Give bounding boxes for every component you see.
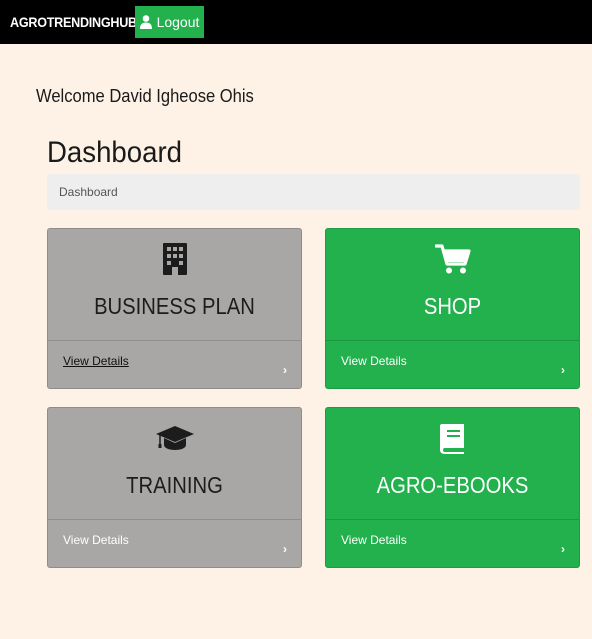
card-title: BUSINESS PLAN bbox=[94, 293, 255, 319]
view-details-link[interactable]: View Details bbox=[63, 354, 129, 368]
shopping-cart-icon bbox=[434, 241, 471, 277]
navbar: AGROTRENDINGHUB Logout bbox=[0, 0, 592, 44]
chevron-right-icon: › bbox=[283, 362, 287, 377]
shop-card[interactable]: SHOP View Details › bbox=[325, 228, 580, 389]
page-title: Dashboard bbox=[47, 136, 183, 169]
graduation-cap-icon bbox=[155, 420, 195, 456]
chevron-right-icon: › bbox=[283, 541, 287, 556]
card-title: AGRO-EBOOKS bbox=[376, 472, 529, 498]
building-icon bbox=[162, 241, 188, 277]
card-title: SHOP bbox=[423, 293, 482, 319]
view-details-link[interactable]: View Details bbox=[341, 533, 407, 547]
view-details-link[interactable]: View Details bbox=[63, 533, 129, 547]
breadcrumb-item[interactable]: Dashboard bbox=[59, 185, 118, 199]
chevron-right-icon: › bbox=[561, 362, 565, 377]
logout-label: Logout bbox=[156, 14, 200, 30]
view-details-link[interactable]: View Details bbox=[341, 354, 407, 368]
welcome-message: Welcome David Igheose Ohis bbox=[36, 86, 254, 106]
book-icon bbox=[439, 420, 467, 456]
agro-ebooks-card[interactable]: AGRO-EBOOKS View Details › bbox=[325, 407, 580, 568]
training-card[interactable]: TRAINING View Details › bbox=[47, 407, 302, 568]
business-plan-card[interactable]: BUSINESS PLAN View Details › bbox=[47, 228, 302, 389]
logout-button[interactable]: Logout bbox=[135, 6, 204, 38]
user-icon bbox=[139, 15, 152, 29]
chevron-right-icon: › bbox=[561, 541, 565, 556]
breadcrumb: Dashboard bbox=[47, 174, 580, 210]
brand-logo[interactable]: AGROTRENDINGHUB bbox=[10, 14, 137, 30]
card-title: TRAINING bbox=[126, 472, 223, 498]
